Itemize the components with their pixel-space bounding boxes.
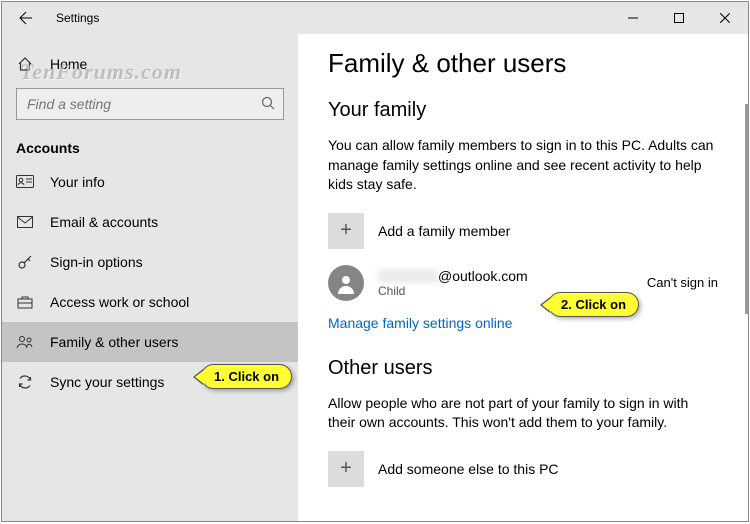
maximize-button[interactable]: [656, 2, 702, 34]
search-icon: [261, 96, 275, 113]
sidebar: Home Accounts Your info Email & accounts…: [2, 34, 298, 521]
manage-family-link[interactable]: Manage family settings online: [328, 315, 512, 331]
add-other-label: Add someone else to this PC: [378, 461, 559, 477]
user-role: Child: [378, 284, 633, 298]
search-input[interactable]: [25, 95, 261, 113]
user-email-suffix: @outlook.com: [438, 268, 528, 284]
back-button[interactable]: [2, 2, 50, 34]
add-other-user-button[interactable]: + Add someone else to this PC: [328, 451, 718, 487]
your-family-header: Your family: [328, 99, 718, 122]
sidebar-home-label: Home: [50, 56, 87, 72]
sidebar-item-email-accounts[interactable]: Email & accounts: [2, 202, 298, 242]
redacted-name: [378, 269, 438, 283]
sidebar-item-your-info[interactable]: Your info: [2, 162, 298, 202]
briefcase-icon: [16, 293, 34, 311]
plus-icon: +: [328, 213, 364, 249]
sidebar-item-family-other-users[interactable]: Family & other users: [2, 322, 298, 362]
content-pane: Family & other users Your family You can…: [298, 34, 748, 521]
id-card-icon: [16, 173, 34, 191]
avatar-icon: [328, 265, 364, 301]
sidebar-item-label: Email & accounts: [50, 214, 158, 230]
sync-icon: [16, 373, 34, 391]
page-title: Family & other users: [328, 48, 718, 79]
close-button[interactable]: [702, 2, 748, 34]
sidebar-item-work-school[interactable]: Access work or school: [2, 282, 298, 322]
sidebar-section-header: Accounts: [2, 130, 298, 162]
other-users-header: Other users: [328, 357, 718, 380]
sidebar-home[interactable]: Home: [2, 44, 298, 84]
other-users-description: Allow people who are not part of your fa…: [328, 394, 718, 433]
home-icon: [16, 55, 34, 73]
window-title: Settings: [56, 11, 99, 25]
user-status: Can't sign in: [647, 275, 718, 290]
your-family-description: You can allow family members to sign in …: [328, 136, 718, 195]
sidebar-item-label: Family & other users: [50, 334, 178, 350]
people-icon: [16, 333, 34, 351]
sidebar-item-label: Your info: [50, 174, 105, 190]
mail-icon: [16, 213, 34, 231]
minimize-button[interactable]: [610, 2, 656, 34]
scrollbar[interactable]: [745, 104, 748, 314]
key-icon: [16, 253, 34, 271]
plus-icon: +: [328, 451, 364, 487]
titlebar: Settings: [2, 2, 748, 34]
family-user-info: @outlook.com Child: [378, 268, 633, 298]
family-user-row[interactable]: @outlook.com Child Can't sign in: [328, 265, 718, 301]
sidebar-item-signin-options[interactable]: Sign-in options: [2, 242, 298, 282]
sidebar-item-sync-settings[interactable]: Sync your settings: [2, 362, 298, 402]
sidebar-item-label: Sign-in options: [50, 254, 143, 270]
search-field[interactable]: [16, 88, 284, 120]
add-family-label: Add a family member: [378, 223, 510, 239]
sidebar-item-label: Access work or school: [50, 294, 189, 310]
add-family-member-button[interactable]: + Add a family member: [328, 213, 718, 249]
sidebar-item-label: Sync your settings: [50, 374, 164, 390]
